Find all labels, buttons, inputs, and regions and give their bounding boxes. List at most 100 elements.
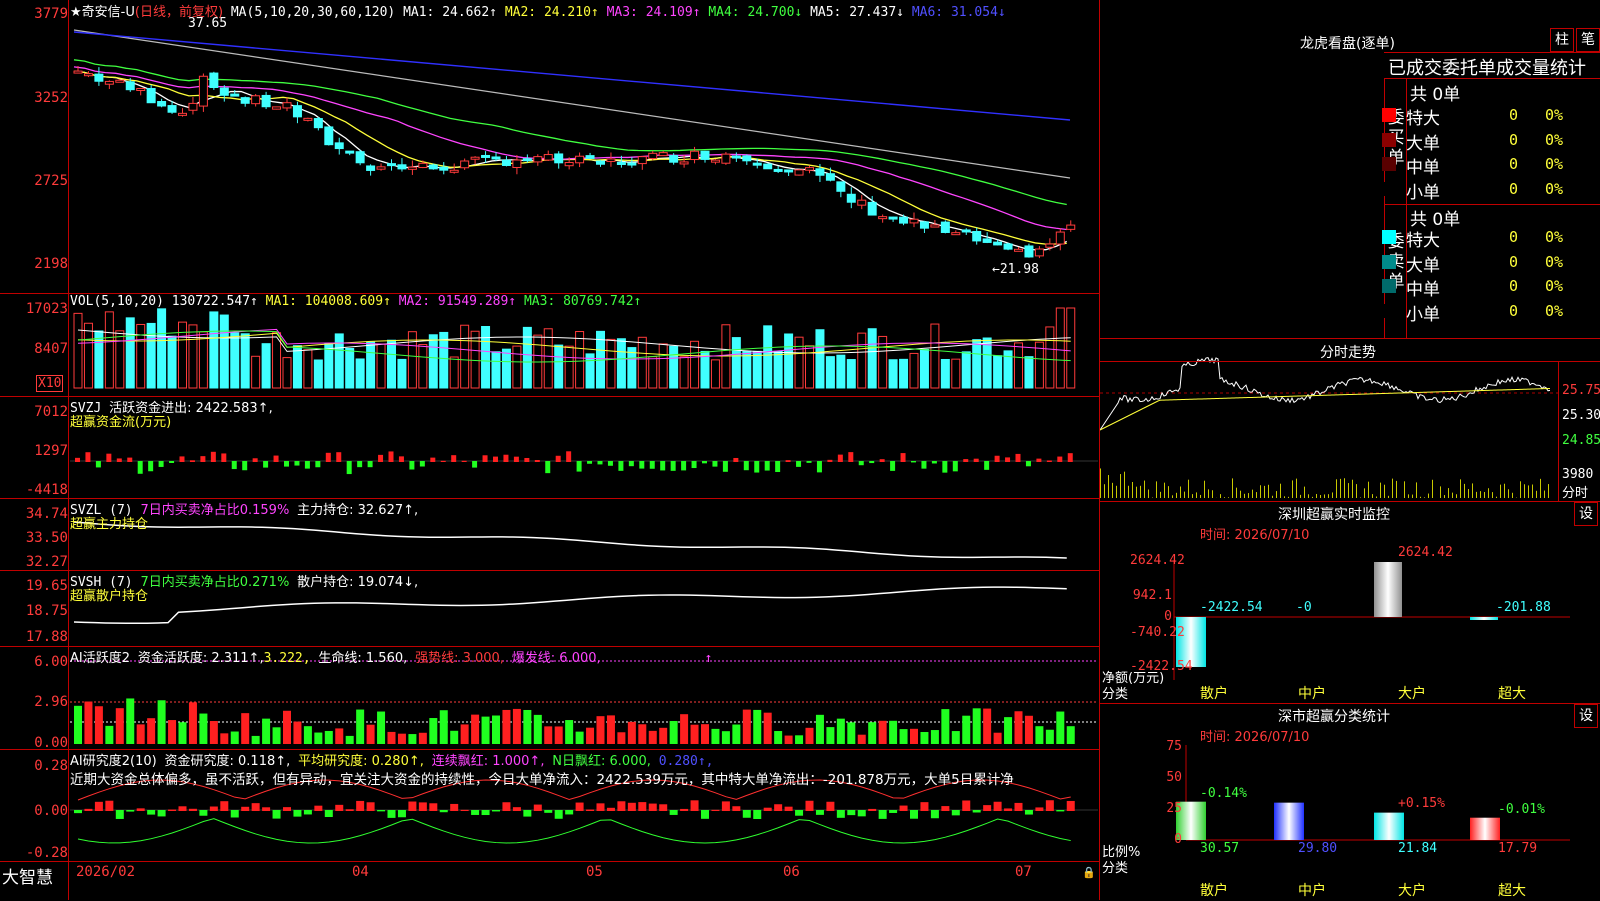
x-axis <box>0 861 1100 901</box>
svsh-ratio: 7日内买卖净占比0.271% <box>140 575 289 590</box>
sell-row-swatch-2 <box>1382 279 1396 293</box>
fs-vol-bar <box>1512 493 1513 498</box>
sz-value-2: -0 <box>1296 600 1312 615</box>
fs-vol-bar <box>1264 486 1265 498</box>
cls-stats-title: 深市超赢分类统计 <box>1278 706 1390 726</box>
candle-body <box>116 80 124 82</box>
tick-view-button[interactable]: 笔 <box>1576 28 1600 52</box>
buy-row-count-3: 0 <box>1509 180 1518 198</box>
fs-vol-bar <box>1148 490 1149 498</box>
candle-body <box>586 156 594 159</box>
candle-body <box>941 222 949 232</box>
xtick-5: 07 <box>1015 864 1032 880</box>
candle-body <box>994 242 1002 245</box>
chart-area[interactable]: ★奇安信-U(日线，前复权) MA(5,10,20,30,60,120) MA1… <box>0 0 1100 900</box>
buy-row-pct-0: 0% <box>1545 106 1563 124</box>
cls-change-1: -0.14% <box>1200 786 1247 801</box>
candle-body <box>168 106 176 113</box>
cls-value-3: 21.84 <box>1398 841 1437 856</box>
sell-row-count-0: 0 <box>1509 228 1518 246</box>
ai2-e: 0.280↑, <box>659 754 714 769</box>
sz-bar-3 <box>1374 562 1402 617</box>
fs-vol-bar <box>1212 490 1213 498</box>
svzl-ytick-1: 34.74 <box>0 506 68 522</box>
sell-row-swatch-3 <box>1382 304 1396 318</box>
fs-vol-bar <box>1412 495 1413 498</box>
buy-row-pct-3: 0% <box>1545 180 1563 198</box>
candle-body <box>210 73 218 87</box>
vol-ma3: MA3: 80769.742↑ <box>524 294 641 309</box>
main-ytick-2: 3252 <box>0 90 68 106</box>
sz-settings-button[interactable]: 设 <box>1574 502 1598 526</box>
sz-xlabel: 分类 <box>1102 683 1128 702</box>
fs-vol-bar <box>1364 488 1365 498</box>
candle-body <box>377 167 385 169</box>
sell-row-name-3: 小单 <box>1406 300 1440 325</box>
candle-body <box>816 169 824 175</box>
candle-body <box>105 81 113 84</box>
fs-vol-bar <box>1464 484 1465 498</box>
fs-vol-bar <box>1272 496 1273 498</box>
candle-body <box>293 106 301 117</box>
fs-vol-bar <box>1456 494 1457 498</box>
candle-body <box>1025 246 1033 257</box>
candle-body <box>1056 232 1064 244</box>
fs-vol-bar <box>1260 485 1261 498</box>
candle-body <box>220 88 228 95</box>
candle-body <box>691 151 699 159</box>
fs-vol-bar <box>1524 484 1525 498</box>
candle-body <box>523 159 531 161</box>
sz-monitor-title: 深圳超赢实时监控 <box>1278 504 1390 524</box>
buy-total: 共 0单 <box>1410 80 1460 105</box>
candle-body <box>565 162 573 165</box>
fs-vol-bar <box>1180 486 1181 498</box>
sz-tick-4: -740.22 <box>1130 625 1172 640</box>
fs-vol-bar <box>1540 479 1541 498</box>
fs-tick-4: 3980 <box>1562 467 1593 482</box>
sz-value-1: -2422.54 <box>1200 600 1263 615</box>
fs-vol-bar <box>1280 484 1281 498</box>
candle-body <box>931 225 939 227</box>
candle-body <box>262 95 270 106</box>
svsh-ytick-3: 17.88 <box>0 629 68 645</box>
fs-vol-bar <box>1360 497 1361 498</box>
ma5-line <box>74 30 1070 178</box>
fs-vol-bar <box>1536 491 1537 498</box>
candle-body <box>743 156 751 161</box>
fs-vol-bar <box>1168 486 1169 498</box>
sz-tick-1: 2624.42 <box>1130 553 1172 568</box>
cls-tick-4: 0 <box>1160 832 1182 847</box>
fs-vol-bar <box>1376 497 1377 498</box>
svzl-ytick-3: 32.27 <box>0 554 68 570</box>
candle-body <box>84 74 92 76</box>
cls-tick-3: 25 <box>1160 801 1182 816</box>
fs-vol-bar <box>1292 480 1293 498</box>
candle-body <box>680 162 688 164</box>
ai2-d: N日飘红: 6.000, <box>552 754 651 769</box>
ma5-value: MA5: 27.437↓ <box>810 5 904 20</box>
ai2-comment: 近期大资金总体偏多，虽不活跃，但有异动，宜关注大资金的持续性，今日大单净流入：2… <box>70 768 1098 788</box>
candle-body <box>670 156 678 163</box>
ma6-value: MA6: 31.054↓ <box>912 5 1006 20</box>
fs-vol-bar <box>1308 494 1309 498</box>
ma3-value: MA3: 24.109↑ <box>607 5 701 20</box>
lock-icon[interactable]: 🔒 <box>1082 866 1096 879</box>
candle-body <box>95 74 103 81</box>
sell-row-pct-3: 0% <box>1545 302 1563 320</box>
sell-row-count-2: 0 <box>1509 277 1518 295</box>
order-stats-title: 已成交委托单成交量统计 <box>1388 54 1600 80</box>
bar-view-button[interactable]: 柱 <box>1550 28 1574 52</box>
candle-body <box>753 163 761 165</box>
vol-ytick-2: 8407 <box>0 341 68 357</box>
candle-body <box>607 159 615 161</box>
fs-vol-bar <box>1440 486 1441 498</box>
intraday-title: 分时走势 <box>1320 342 1376 362</box>
fs-vol-bar <box>1144 481 1145 498</box>
candle-body <box>973 231 981 240</box>
svzl-ratio: 7日内买卖净占比0.159% <box>140 503 289 518</box>
ai1-e: 爆发线: 6.000, <box>512 651 601 666</box>
sell-row-swatch-1 <box>1382 255 1396 269</box>
cls-cat-2: 中户 <box>1298 880 1326 900</box>
cls-settings-button[interactable]: 设 <box>1574 704 1598 728</box>
candle-body <box>502 160 510 165</box>
